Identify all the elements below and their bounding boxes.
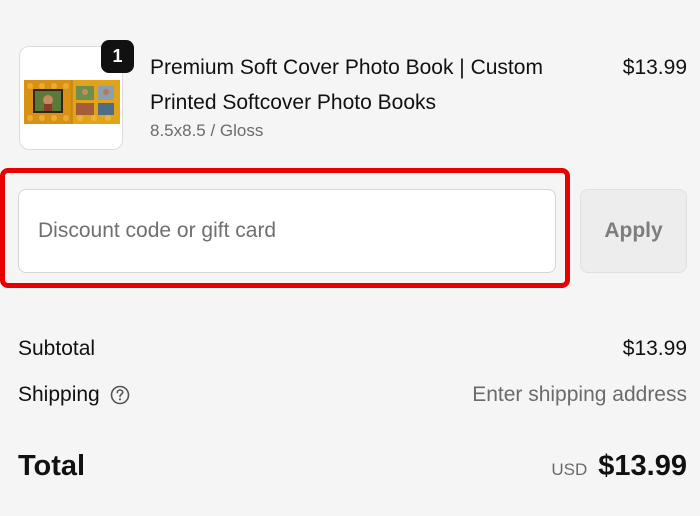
product-price: $13.99 bbox=[622, 56, 687, 79]
shipping-value: Enter shipping address bbox=[472, 383, 687, 406]
shipping-label-group: Shipping bbox=[18, 383, 130, 407]
order-summary: 1 Premium Soft Cover Photo Book | Custom… bbox=[0, 0, 700, 516]
photo-book-thumbnail-image bbox=[24, 80, 120, 124]
subtotal-label: Subtotal bbox=[18, 337, 96, 360]
subtotal-value: $13.99 bbox=[622, 337, 687, 360]
product-title: Premium Soft Cover Photo Book | Custom P… bbox=[150, 56, 543, 114]
apply-button[interactable]: Apply bbox=[580, 189, 687, 273]
total-value: $13.99 bbox=[598, 449, 687, 482]
currency-code: USD bbox=[551, 459, 588, 479]
discount-code-input[interactable] bbox=[18, 189, 556, 273]
total-row: Total USD $13.99 bbox=[18, 446, 687, 486]
quantity-badge: 1 bbox=[101, 40, 134, 73]
product-variant: 8.5x8.5 / Gloss bbox=[150, 121, 264, 140]
total-amount-group: USD $13.99 bbox=[551, 450, 687, 483]
shipping-row: Shipping Enter shipping address bbox=[18, 380, 687, 410]
subtotal-row: Subtotal $13.99 bbox=[18, 334, 687, 364]
product-thumbnail: 1 bbox=[19, 40, 134, 150]
question-circle-icon[interactable] bbox=[110, 385, 130, 405]
line-item: 1 Premium Soft Cover Photo Book | Custom… bbox=[19, 40, 687, 156]
total-label: Total bbox=[18, 449, 86, 482]
shipping-label: Shipping bbox=[18, 383, 100, 406]
